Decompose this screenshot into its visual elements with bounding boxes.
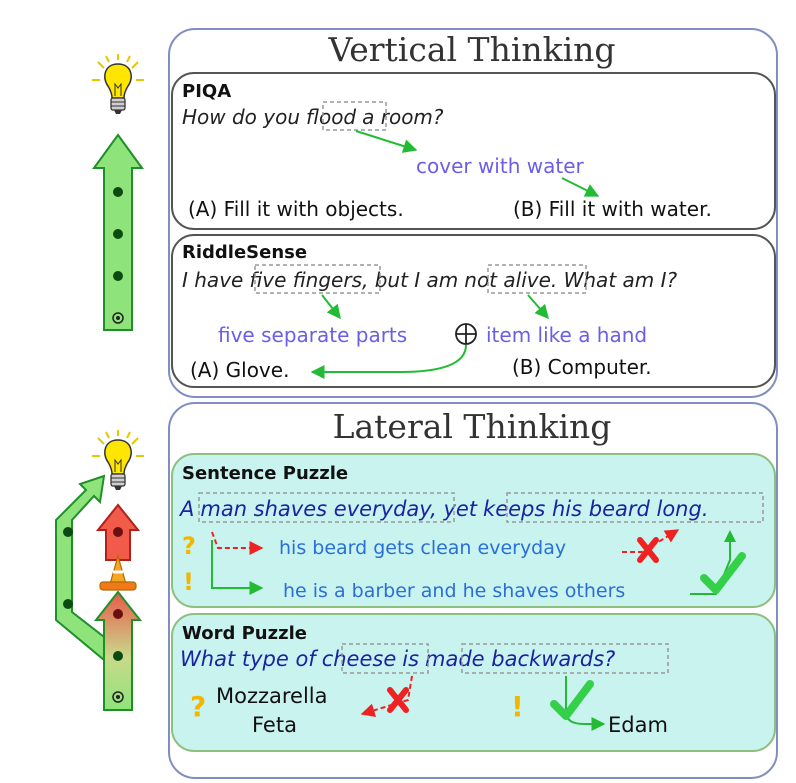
piqa-option-a: (A) Fill it with objects. xyxy=(188,197,404,221)
wrong-answer-1: Mozzarella xyxy=(216,684,328,708)
piqa-highlight-flood: flood xyxy=(306,105,356,129)
sentence-puzzle-text: Aman shaves everyday, yet keeps his beard… xyxy=(178,497,709,521)
lightbulb-icon xyxy=(91,53,145,115)
right-answer: Edam xyxy=(608,713,668,737)
exclaim-mark-icon: ! xyxy=(183,568,194,596)
plus-circle-icon xyxy=(455,323,477,345)
piqa-card: PIQA How do you flood a room? cover with w… xyxy=(171,72,776,230)
sentence-wrong-line: his beard gets clean everyday xyxy=(279,537,566,559)
riddlesense-hint-left: five separate parts xyxy=(218,323,407,347)
piqa-option-b: (B) Fill it with water. xyxy=(513,197,712,221)
piqa-label: PIQA xyxy=(182,81,231,102)
question-mark-icon: ? xyxy=(182,532,196,560)
dot-icon xyxy=(113,187,123,197)
riddlesense-hint-right: item like a hand xyxy=(486,323,647,347)
diagram-canvas: Vertical Thinking PIQA How do you flood a … xyxy=(55,28,778,779)
sentence-puzzle-label: Sentence Puzzle xyxy=(182,463,348,484)
wrong-answer-2: Feta xyxy=(252,713,297,737)
piqa-question: How do you flood a room? xyxy=(182,105,444,129)
riddlesense-option-b: (B) Computer. xyxy=(512,355,652,379)
riddlesense-option-a: (A) Glove. xyxy=(190,358,289,382)
traffic-cone-icon xyxy=(99,553,137,591)
riddlesense-card: RiddleSense I have five fingers, but I am… xyxy=(171,234,776,388)
sentence-right-line: he is a barber and he shaves others xyxy=(283,580,625,602)
dot-icon xyxy=(113,229,123,239)
exclaim-mark-icon: ! xyxy=(511,690,524,723)
riddlesense-label: RiddleSense xyxy=(182,242,307,263)
word-puzzle-card: Word Puzzle What type of cheese is made bac… xyxy=(171,613,776,752)
detour-arrow-icon xyxy=(55,474,110,662)
lateral-thinking-title: Lateral Thinking xyxy=(333,407,612,446)
question-mark-icon: ? xyxy=(190,690,206,723)
word-puzzle-label: Word Puzzle xyxy=(182,623,307,644)
riddlesense-question: I have five fingers, but I am not alive. W… xyxy=(182,268,678,292)
vertical-thinking-title: Vertical Thinking xyxy=(327,30,615,69)
sentence-puzzle-card: Sentence Puzzle Aman shaves everyday, ye… xyxy=(171,453,776,608)
lateral-thinking-icon xyxy=(55,429,145,711)
dot-icon xyxy=(113,271,123,281)
piqa-hint: cover with water xyxy=(416,154,585,178)
vertical-thinking-icon xyxy=(91,53,145,331)
